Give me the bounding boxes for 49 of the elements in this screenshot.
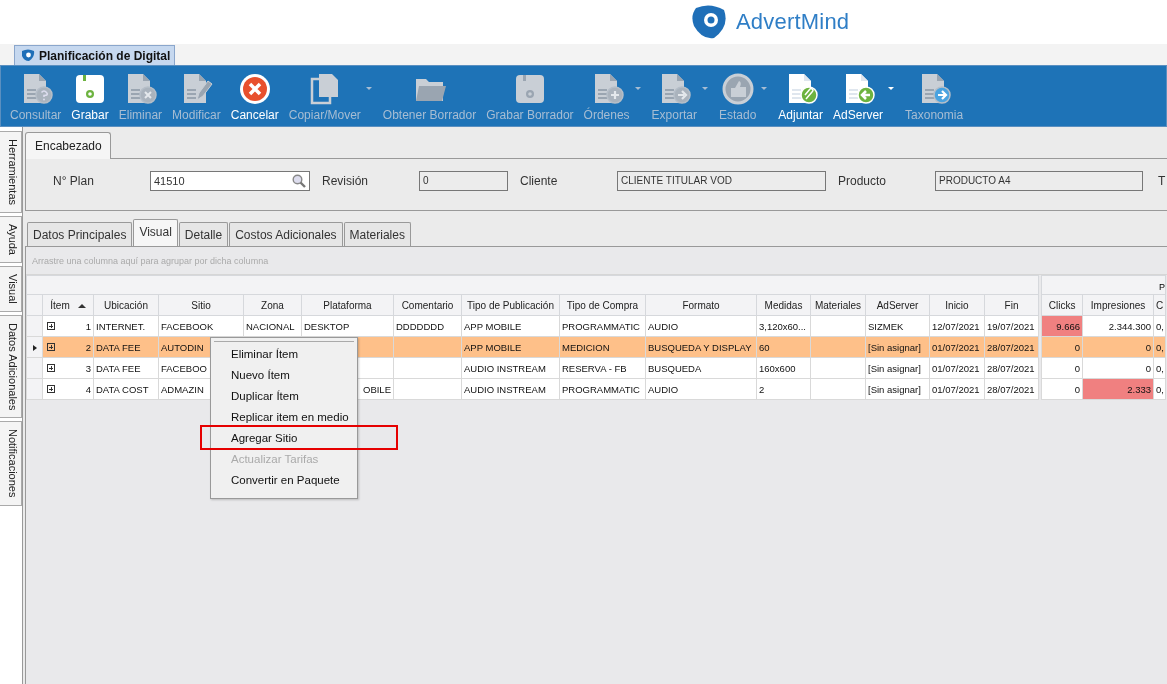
menu-item[interactable]: Convertir en Paquete xyxy=(211,471,357,492)
field-label: N° Plan xyxy=(53,173,95,188)
toolbar-button[interactable]: Cancelar xyxy=(225,66,284,126)
menu-item[interactable]: Agregar Sitio xyxy=(211,429,357,450)
readonly-field[interactable]: 0 xyxy=(419,170,508,191)
plan-number-field[interactable]: 41510 xyxy=(150,170,310,191)
search-icon[interactable] xyxy=(292,173,306,188)
field-label: T xyxy=(1158,173,1166,188)
expand-icon[interactable] xyxy=(47,343,55,351)
expand-icon[interactable] xyxy=(47,322,55,330)
tab[interactable]: Datos Principales xyxy=(27,222,133,246)
menu-item[interactable]: Replicar item en medio xyxy=(211,408,357,429)
expand-icon[interactable] xyxy=(47,385,55,393)
side-tab[interactable]: Datos Adicionales xyxy=(0,314,22,419)
table-cell: 0 xyxy=(1041,336,1083,358)
tab[interactable]: Costos Adicionales xyxy=(229,222,343,246)
header-tab[interactable]: Encabezado xyxy=(25,132,111,159)
brand-name: AdvertMind xyxy=(736,9,850,35)
readonly-field[interactable]: PRODUCTO A4 xyxy=(935,170,1143,191)
expand-icon[interactable] xyxy=(47,364,55,372)
group-hint: Arrastre una columna aquí para agrupar por dicha columna xyxy=(32,255,269,266)
table-cell: 3 xyxy=(85,362,91,374)
side-tab[interactable]: Ayuda xyxy=(0,216,22,264)
field-label: Cliente xyxy=(520,173,559,188)
band-header: P xyxy=(1041,275,1166,295)
table-cell: 4 xyxy=(85,383,91,395)
table-cell: 9.666 xyxy=(1041,315,1083,337)
tab[interactable]: Visual xyxy=(133,219,178,246)
field-label: Producto xyxy=(838,173,888,188)
column-header[interactable]: Clicks xyxy=(1041,294,1083,316)
table-cell: 0 xyxy=(1041,378,1083,400)
toolbar-button[interactable]: Adjuntar xyxy=(773,66,829,126)
document-tab[interactable]: Planificación de Digital xyxy=(14,45,176,65)
thumbs-up-icon xyxy=(720,72,755,106)
tab[interactable]: Materiales xyxy=(343,222,411,246)
side-tab[interactable]: Notificaciones xyxy=(0,421,22,506)
toolbar-button[interactable]: AdServer xyxy=(828,66,889,126)
tab[interactable]: Detalle xyxy=(178,222,229,246)
readonly-field[interactable]: CLIENTE TITULAR VOD xyxy=(617,170,826,191)
field-label: Revisión xyxy=(322,173,370,188)
cancel-icon xyxy=(237,72,272,106)
table-cell: 1 xyxy=(85,320,91,332)
row-pointer-icon xyxy=(32,344,37,351)
side-tab[interactable]: Herramientas xyxy=(0,131,22,214)
table-cell: 2 xyxy=(85,341,91,353)
side-tab[interactable]: Visual xyxy=(0,266,22,312)
toolbar-button[interactable]: Grabar xyxy=(66,66,114,126)
table-cell: 0 xyxy=(1041,357,1083,379)
logo-icon xyxy=(21,49,35,62)
